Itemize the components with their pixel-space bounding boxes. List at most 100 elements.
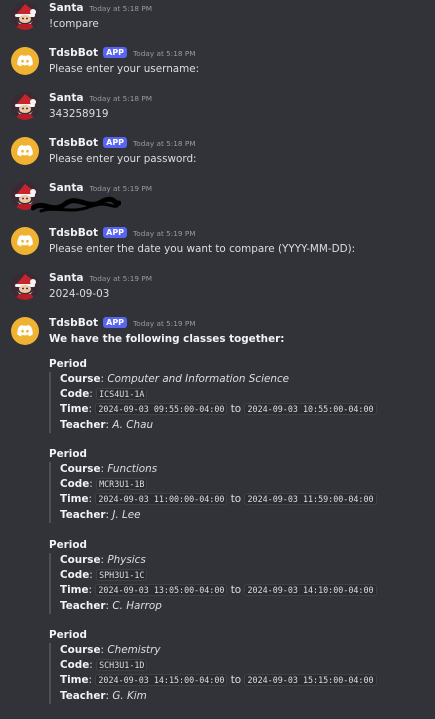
message-content: TdsbBot APP Today at 5:19 PM Please enter t… [49,227,427,257]
message-text: 2024-09-03 [49,288,110,300]
period-details-quote: Course: Chemistry Code: SCH3U1-1D Time: 20… [49,643,409,704]
username[interactable]: TdsbBot [49,137,98,149]
to-separator: to [230,493,242,506]
message-header: Santa Today at 5:19 PM [49,272,427,287]
teacher-name: A. Chau [112,418,154,431]
colon: : [89,478,93,491]
course-code: SPH3U1-1C [96,569,148,582]
message-content: Santa Today at 5:19 PM [31,182,427,213]
code-line: Code: SPH3U1-1C [60,568,409,583]
end-time: 2024-09-03 11:59:00-04:00 [244,493,377,506]
username[interactable]: TdsbBot [49,317,98,329]
message-content: Santa Today at 5:19 PM 2024-09-03 [49,272,427,302]
start-time: 2024-09-03 09:55:00-04:00 [95,403,228,416]
teacher-line: Teacher: C. Harrop [60,599,409,614]
end-time: 2024-09-03 10:55:00-04:00 [244,403,377,416]
colon: : [88,403,93,416]
timestamp[interactable]: Today at 5:18 PM [133,139,195,148]
course-label: Course [60,554,101,566]
app-badge: APP [103,137,128,148]
colon: : [100,373,105,385]
period-title: Period [49,629,87,641]
timestamp[interactable]: Today at 5:18 PM [90,4,152,13]
discord-bot-icon[interactable] [11,47,39,75]
period-details-quote: Course: Functions Code: MCR3U1-1B Time: 20… [49,462,409,523]
message-text: 343258919 [49,108,109,120]
colon: : [105,689,110,702]
discord-bot-icon[interactable] [11,137,39,165]
message-text: !compare [49,18,99,30]
username[interactable]: Santa [49,182,84,194]
timestamp[interactable]: Today at 5:19 PM [90,274,152,283]
to-separator: to [230,403,242,416]
discord-logo-icon [16,142,34,160]
period-details-quote: Course: Physics Code: SPH3U1-1C Time: 2024… [49,553,409,614]
start-time: 2024-09-03 11:00:00-04:00 [95,493,228,506]
course-code: MCR3U1-1B [96,478,148,491]
teacher-label: Teacher [60,599,106,612]
message-content: TdsbBot APP Today at 5:18 PM Please enter y… [49,47,427,77]
end-time: 2024-09-03 15:15:00-04:00 [244,674,377,687]
teacher-name: J. Lee [112,508,141,521]
colon: : [105,508,110,521]
timestamp[interactable]: Today at 5:18 PM [90,94,152,103]
app-badge: APP [103,47,128,58]
start-time: 2024-09-03 14:15:00-04:00 [95,674,228,687]
message-text: Please enter your username: [49,63,200,75]
course-label: Course [60,373,101,385]
time-label: Time [60,584,89,597]
teacher-label: Teacher [60,689,106,702]
redaction-scribble [31,196,121,213]
time-line: Time: 2024-09-03 09:55:00-04:00 to 2024-… [60,402,409,417]
colon: : [89,659,93,672]
time-line: Time: 2024-09-03 11:00:00-04:00 to 2024-… [60,492,409,507]
teacher-name: C. Harrop [112,599,162,612]
discord-logo-icon [16,52,34,70]
time-line: Time: 2024-09-03 14:15:00-04:00 to 2024-… [60,673,409,688]
timestamp[interactable]: Today at 5:19 PM [133,229,195,238]
course-line: Course: Computer and Information Science [60,372,409,387]
discord-logo-icon [16,232,34,250]
timestamp[interactable]: Today at 5:19 PM [90,184,152,193]
username[interactable]: Santa [49,272,84,284]
colon: : [100,644,105,656]
timestamp[interactable]: Today at 5:19 PM [133,319,195,328]
colon: : [88,584,93,597]
period-title: Period [49,358,87,370]
course-line: Course: Chemistry [60,643,409,658]
username[interactable]: TdsbBot [49,47,98,59]
username[interactable]: TdsbBot [49,227,98,239]
message-content: TdsbBot APP Today at 5:19 PM We have the fo… [49,317,427,347]
time-label: Time [60,403,89,416]
teacher-line: Teacher: G. Kim [60,689,409,704]
discord-bot-icon[interactable] [11,317,39,345]
colon: : [100,554,105,566]
course-name: Chemistry [107,644,161,656]
discord-bot-icon[interactable] [11,227,39,255]
time-label: Time [60,674,89,687]
santa-avatar[interactable] [11,2,39,30]
teacher-label: Teacher [60,418,106,431]
to-separator: to [230,584,242,597]
period-title: Period [49,448,87,460]
period-details-quote: Course: Computer and Information Science… [49,372,409,433]
message-header: TdsbBot APP Today at 5:19 PM [49,227,427,242]
timestamp[interactable]: Today at 5:18 PM [133,49,195,58]
code-line: Code: ICS4U1-1A [60,387,409,402]
message-content: Santa Today at 5:18 PM !compare [49,2,427,32]
colon: : [105,599,110,612]
username[interactable]: Santa [49,92,84,104]
message-text: Please enter your password: [49,153,197,165]
course-line: Course: Functions [60,462,409,477]
time-label: Time [60,493,89,506]
santa-avatar[interactable] [11,272,39,300]
start-time: 2024-09-03 13:05:00-04:00 [95,584,228,597]
colon: : [89,569,93,582]
code-line: Code: SCH3U1-1D [60,658,409,673]
message-header: TdsbBot APP Today at 5:18 PM [49,137,427,152]
message-content: Santa Today at 5:18 PM 343258919 [49,92,427,122]
santa-avatar[interactable] [11,92,39,120]
username[interactable]: Santa [49,2,84,14]
santa-icon [11,2,39,30]
code-label: Code [60,659,90,672]
